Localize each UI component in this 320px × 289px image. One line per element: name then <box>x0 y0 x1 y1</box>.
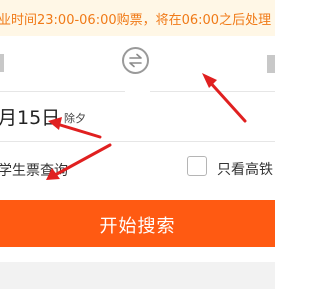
annotation-arrows <box>46 73 247 180</box>
annotation-arrow-icon <box>46 143 112 180</box>
annotation-arrow-icon <box>48 117 102 139</box>
annotation-arrow-icon <box>202 73 247 123</box>
